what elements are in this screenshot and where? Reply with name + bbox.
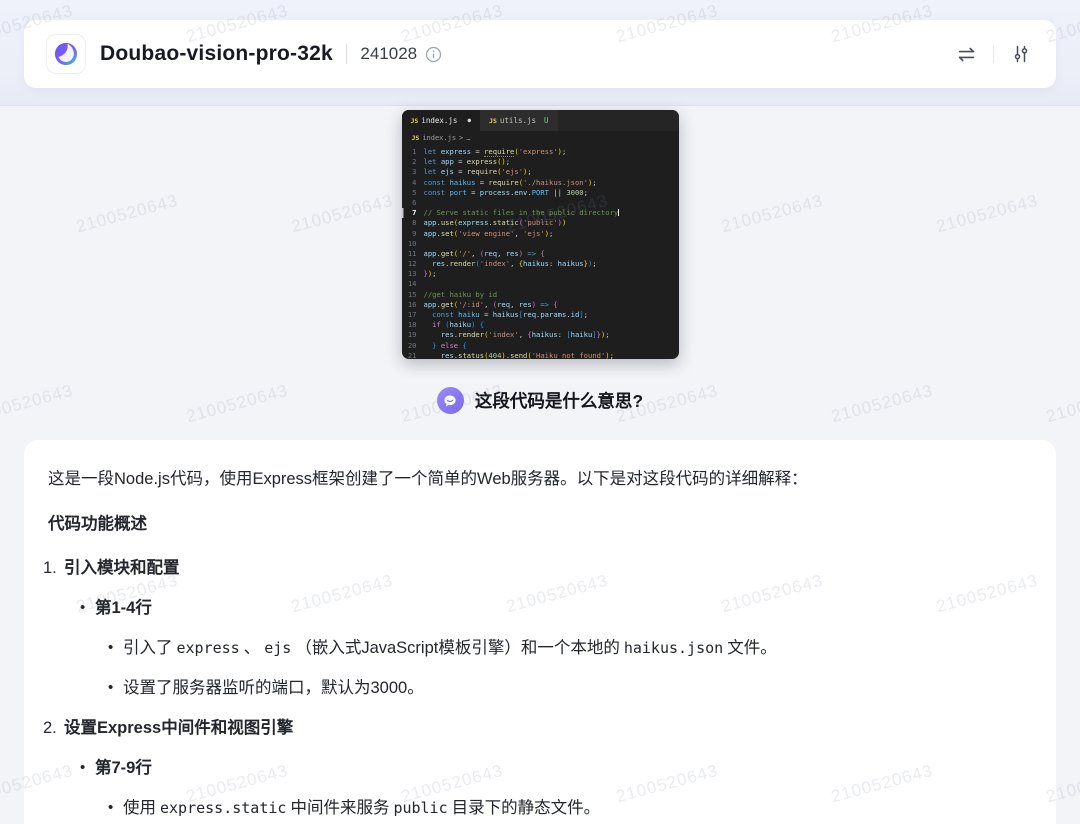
chat-content: JS index.js ● JS utils.js U JS index.js …: [0, 106, 1080, 824]
breadcrumb-sep: >: [459, 134, 463, 142]
model-name: Doubao-vision-pro-32k: [100, 42, 333, 66]
code-screenshot: JS index.js ● JS utils.js U JS index.js …: [402, 110, 679, 359]
code-line: 1let express = require('express');: [402, 147, 679, 157]
answer-list-item: •第7-9行: [48, 756, 1032, 780]
answer-list-item: •引入了express、ejs（嵌入式JavaScript模板引擎）和一个本地的…: [48, 636, 1032, 660]
chat-bubble-icon: [442, 393, 458, 409]
unsaved-dot-icon: ●: [467, 117, 471, 124]
answer-list-item: •第1-4行: [48, 596, 1032, 620]
code-line: 10: [402, 239, 679, 249]
answer-blocks: 这是一段Node.js代码，使用Express框架创建了一个简单的Web服务器。…: [48, 467, 1032, 820]
code-line: 17 const haiku = haikus[req.params.id];: [402, 310, 679, 320]
breadcrumb-file: index.js: [422, 134, 456, 142]
editor-breadcrumb: JS index.js > …: [402, 131, 679, 145]
model-header-bar: Doubao-vision-pro-32k 241028: [0, 0, 1080, 106]
code-line: 2let app = express();: [402, 157, 679, 167]
modified-badge: U: [544, 116, 549, 125]
js-file-icon: JS: [489, 117, 497, 125]
model-header-card: Doubao-vision-pro-32k 241028: [24, 20, 1056, 88]
code-line: 6: [402, 198, 679, 208]
tab-label: utils.js: [500, 116, 536, 125]
tab-label: index.js: [421, 116, 457, 125]
code-line: 15//get haiku by id: [402, 290, 679, 300]
code-line: 18 if (haiku) {: [402, 320, 679, 330]
tab-utils-js: JS utils.js U: [480, 110, 557, 131]
breadcrumb-more: …: [466, 134, 470, 142]
code-line: 14: [402, 279, 679, 289]
header-actions: [953, 41, 1034, 67]
answer-list-item: 1.引入模块和配置: [48, 556, 1032, 580]
title-divider: [346, 44, 348, 64]
tab-index-js: JS index.js ●: [402, 110, 481, 131]
code-line: 3let ejs = require('ejs');: [402, 167, 679, 177]
assistant-answer-card: 这是一段Node.js代码，使用Express框架创建了一个简单的Web服务器。…: [24, 440, 1056, 824]
actions-divider: [993, 45, 994, 63]
code-line: 19 res.render('index', {haikus: [haiku]}…: [402, 330, 679, 340]
model-version: 241028: [360, 44, 417, 64]
code-line: 16app.get('/:id', (req, res) => {: [402, 300, 679, 310]
user-question-row: 这段代码是什么意思?: [0, 387, 1080, 414]
doubao-logo: [46, 34, 86, 74]
code-editor-lines: 1let express = require('express');2let a…: [402, 145, 679, 359]
user-avatar: [437, 387, 464, 414]
swap-icon[interactable]: [953, 41, 979, 67]
code-line: 7// Serve static files in the public dir…: [402, 208, 679, 218]
js-file-icon: JS: [411, 117, 419, 125]
doubao-logo-icon: [52, 40, 80, 68]
editor-tabbar: JS index.js ● JS utils.js U: [402, 110, 679, 131]
sliders-icon[interactable]: [1008, 41, 1034, 67]
user-question-text: 这段代码是什么意思?: [475, 388, 643, 413]
info-icon[interactable]: [425, 46, 442, 63]
code-line: 13});: [402, 269, 679, 279]
text-cursor: [618, 209, 619, 217]
code-line: 11app.get('/', (req, res) => {: [402, 249, 679, 259]
code-line: 12 res.render('index', {haikus: haikus})…: [402, 259, 679, 269]
code-line: 5const port = process.env.PORT || 3000;: [402, 188, 679, 198]
code-line: 8app.use(express.static('public')): [402, 218, 679, 228]
code-line: 9app.set('view engine', 'ejs');: [402, 229, 679, 239]
answer-list-item: •使用express.static中间件来服务public目录下的静态文件。: [48, 796, 1032, 820]
code-line: 21 res.status(404).send('Haiku not found…: [402, 351, 679, 359]
js-file-icon: JS: [412, 134, 420, 142]
answer-heading: 代码功能概述: [48, 512, 1032, 536]
code-line: 20 } else {: [402, 341, 679, 351]
answer-list-item: •设置了服务器监听的端口，默认为3000。: [48, 676, 1032, 700]
answer-list-item: 2.设置Express中间件和视图引擎: [48, 716, 1032, 740]
answer-paragraph: 这是一段Node.js代码，使用Express框架创建了一个简单的Web服务器。…: [48, 467, 1032, 491]
code-line: 4const haikus = require('./haikus.json')…: [402, 178, 679, 188]
